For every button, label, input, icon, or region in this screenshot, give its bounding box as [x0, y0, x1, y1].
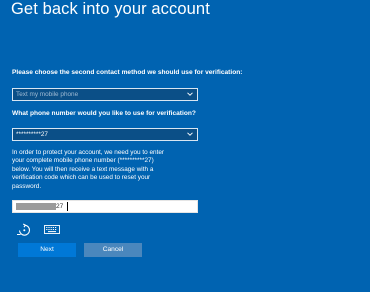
instructions-text: In order to protect your account, we nee… — [12, 149, 202, 191]
phone-number-question: What phone number would you like to use … — [12, 110, 196, 117]
next-button[interactable]: Next — [18, 243, 76, 257]
contact-method-question: Please choose the second contact method … — [12, 69, 243, 76]
redacted-digits — [16, 203, 56, 210]
text-caret — [67, 202, 68, 211]
keyboard-icon[interactable] — [44, 225, 60, 234]
phone-number-selected-value: **********27 — [16, 131, 48, 138]
instructions-line: password. — [12, 182, 42, 190]
chevron-down-icon — [187, 132, 193, 136]
phone-number-input[interactable]: 27 — [12, 200, 198, 213]
phone-number-select[interactable]: **********27 — [12, 128, 198, 141]
chevron-down-icon — [187, 92, 193, 96]
instructions-line: below. You will then receive a text mess… — [12, 165, 154, 173]
phone-number-input-value: 27 — [56, 203, 64, 210]
instructions-line: your complete mobile phone number (*****… — [12, 157, 154, 165]
contact-method-selected-value: Text my mobile phone — [16, 91, 79, 98]
instructions-line: verification code which can be used to r… — [12, 174, 151, 182]
ease-of-access-icon[interactable] — [15, 223, 33, 236]
page-title: Get back into your account — [11, 0, 210, 18]
cancel-button[interactable]: Cancel — [84, 243, 142, 257]
contact-method-select[interactable]: Text my mobile phone — [12, 88, 198, 101]
instructions-line: In order to protect your account, we nee… — [12, 149, 165, 156]
